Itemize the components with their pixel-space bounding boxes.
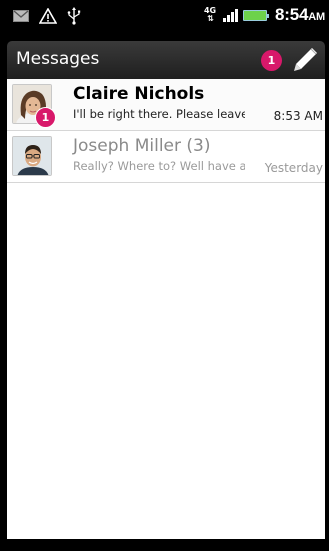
signal-strength-icon (223, 8, 239, 22)
network-activity-icon: ⇅ (207, 14, 214, 23)
network-indicator: 4G ⇅ (203, 7, 217, 23)
thread-item-claire-nichols[interactable]: 1 Claire Nichols I'll be right there. Pl… (7, 79, 325, 131)
message-time: Yesterday (264, 161, 323, 175)
usb-icon (67, 7, 81, 25)
clock-ampm: AM (308, 11, 325, 23)
contact-name: Claire Nichols (73, 84, 205, 104)
message-time: 8:53 AM (273, 109, 323, 123)
warning-icon (39, 8, 57, 24)
pencil-icon (294, 48, 317, 71)
status-clock: 8:54AM (275, 5, 325, 25)
status-bar: 4G ⇅ 8:54AM (0, 0, 329, 30)
battery-icon (243, 9, 270, 21)
page-title: Messages (16, 49, 100, 69)
clock-time: 8:54 (275, 5, 309, 24)
compose-button[interactable] (290, 45, 320, 75)
message-snippet: Really? Where to? Well have a (73, 159, 245, 173)
avatar (12, 136, 52, 176)
gmail-icon (13, 10, 29, 22)
unread-count-badge: 1 (261, 50, 282, 71)
contact-photo (13, 137, 51, 175)
status-notifications (13, 6, 81, 26)
message-snippet: I'll be right there. Please leave n (73, 107, 245, 121)
thread-item-joseph-miller[interactable]: Joseph Miller (3) Really? Where to? Well… (7, 131, 325, 183)
contact-name: Joseph Miller (3) (73, 136, 211, 156)
status-indicators: 4G ⇅ 8:54AM (203, 4, 325, 26)
app-title-bar: Messages 1 (7, 41, 325, 79)
unread-badge: 1 (35, 107, 56, 128)
divider (7, 182, 325, 183)
message-thread-list: 1 Claire Nichols I'll be right there. Pl… (7, 79, 325, 539)
